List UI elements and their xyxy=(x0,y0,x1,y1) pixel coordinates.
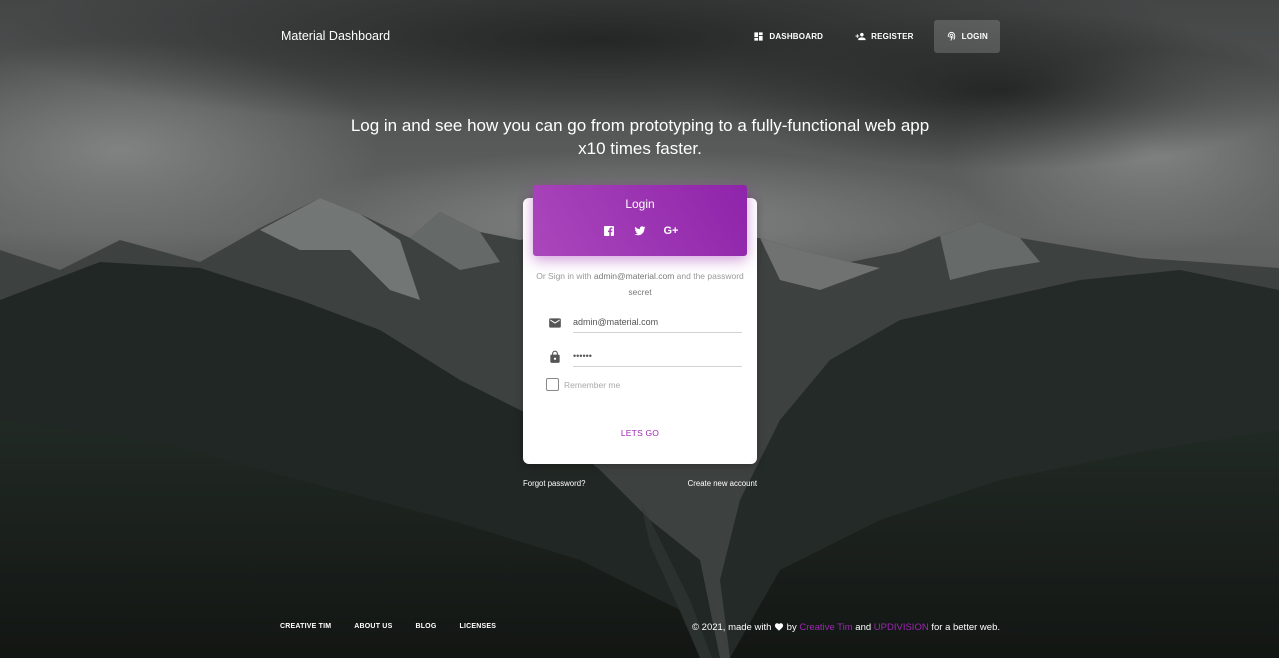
copyright-suffix: for a better web. xyxy=(928,622,1000,633)
card-links: Forgot password? Create new account xyxy=(523,479,757,491)
password-input[interactable] xyxy=(573,346,742,367)
nav-menu: DASHBOARD REGISTER LOGIN xyxy=(733,20,1000,53)
nav-login[interactable]: LOGIN xyxy=(933,20,1000,53)
nav-register-label: REGISTER xyxy=(871,32,914,41)
nav-register[interactable]: REGISTER xyxy=(843,20,926,53)
nav-login-label: LOGIN xyxy=(961,32,988,41)
creative-tim-link[interactable]: Creative Tim xyxy=(799,622,852,633)
google-plus-icon: G+ xyxy=(663,224,679,237)
footer-link-licenses[interactable]: LICENSES xyxy=(459,623,496,630)
remember-me[interactable]: Remember me xyxy=(546,378,620,391)
copyright-and: and xyxy=(852,622,874,633)
twitter-icon xyxy=(634,225,646,235)
email-icon xyxy=(548,316,562,330)
remember-me-label: Remember me xyxy=(564,379,621,390)
social-buttons: G+ xyxy=(533,223,747,238)
facebook-icon xyxy=(604,225,614,236)
password-field xyxy=(548,346,742,368)
description-prefix: Or Sign in with xyxy=(536,271,594,281)
description-email: admin@material.com xyxy=(593,271,675,281)
facebook-button[interactable] xyxy=(602,223,617,238)
nav-dashboard-label: DASHBOARD xyxy=(769,32,824,41)
footer-link-creative-tim[interactable]: CREATIVE TIM xyxy=(280,623,331,630)
email-field xyxy=(548,312,742,334)
footer-links: CREATIVE TIM ABOUT US BLOG LICENSES xyxy=(280,623,519,630)
navbar: Material Dashboard DASHBOARD REGISTER LO… xyxy=(0,0,1279,72)
person-add-icon xyxy=(855,32,866,41)
description-middle: and the password xyxy=(674,271,744,281)
footer-link-about-us[interactable]: ABOUT US xyxy=(354,623,392,630)
login-title: Login xyxy=(625,197,655,211)
hero-tagline: Log in and see how you can go from proto… xyxy=(350,116,930,158)
email-input[interactable] xyxy=(573,312,742,333)
remember-me-checkbox[interactable] xyxy=(546,378,559,391)
copyright: © 2021, made with by Creative Tim and UP… xyxy=(692,622,1000,633)
copyright-by: by xyxy=(784,622,800,633)
lock-icon xyxy=(548,350,562,364)
description-password: secret xyxy=(628,287,652,297)
forgot-password-link[interactable]: Forgot password? xyxy=(523,479,585,488)
fingerprint-icon xyxy=(947,31,955,41)
copyright-prefix: © 2021, made with xyxy=(692,622,775,633)
create-account-link[interactable]: Create new account xyxy=(688,479,757,488)
heart-icon xyxy=(774,623,784,631)
updivision-link[interactable]: UPDIVISION xyxy=(874,622,929,633)
nav-dashboard[interactable]: DASHBOARD xyxy=(741,20,835,53)
google-plus-button[interactable]: G+ xyxy=(664,223,679,238)
footer-link-blog[interactable]: BLOG xyxy=(415,623,436,630)
brand-link[interactable]: Material Dashboard xyxy=(281,29,390,43)
twitter-button[interactable] xyxy=(633,223,648,238)
login-card-header: Login G+ xyxy=(533,185,747,256)
dashboard-icon xyxy=(754,32,763,41)
lets-go-button[interactable]: LETS GO xyxy=(523,428,757,438)
login-description: Or Sign in with admin@material.com and t… xyxy=(536,268,744,300)
